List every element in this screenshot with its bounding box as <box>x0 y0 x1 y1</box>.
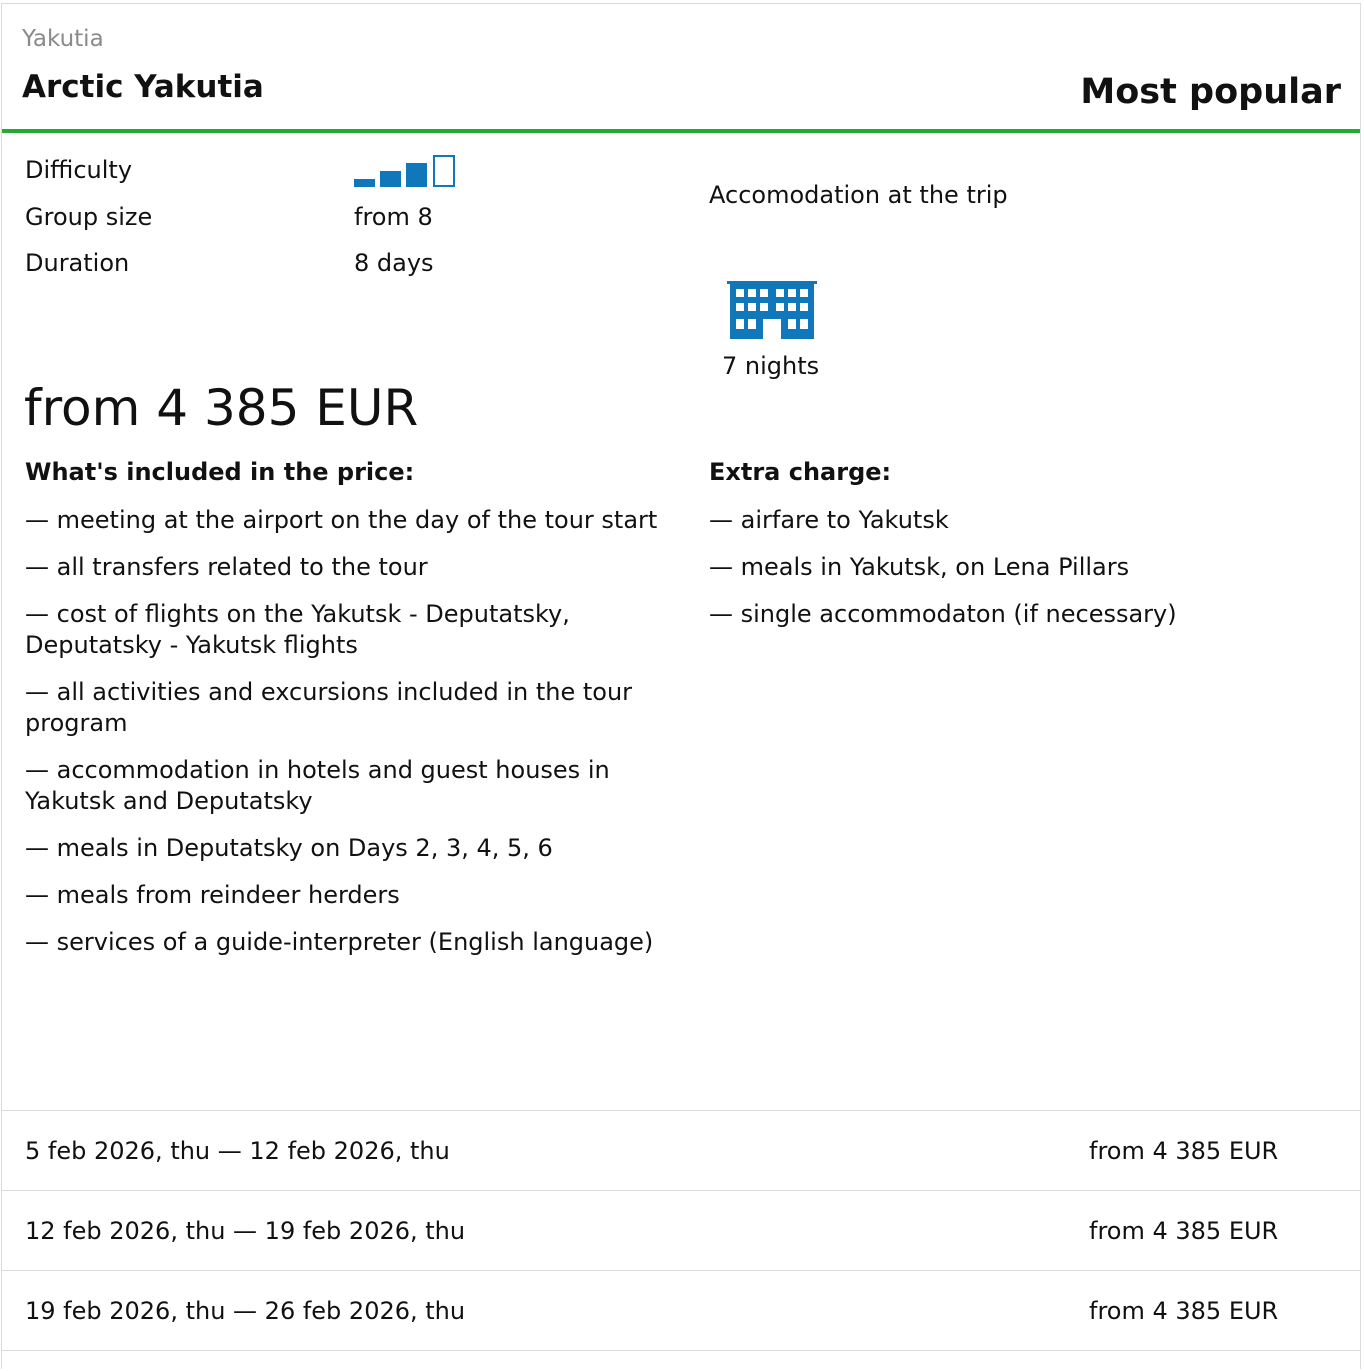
tour-card: Yakutia Arctic Yakutia Most popular Diff… <box>1 3 1361 1369</box>
list-item: — accommodation in hotels and guest hous… <box>25 756 610 815</box>
list-item: — meeting at the airport on the day of t… <box>25 506 658 534</box>
date-row[interactable]: 5 feb 2026, thu — 12 feb 2026, thu from … <box>2 1110 1360 1190</box>
date-row[interactable]: 12 feb 2026, thu — 19 feb 2026, thu from… <box>2 1190 1360 1270</box>
included-list: — meeting at the airport on the day of t… <box>25 505 670 974</box>
duration-value: 8 days <box>354 249 434 277</box>
accent-divider <box>2 129 1360 133</box>
list-item: — airfare to Yakutsk <box>709 506 949 534</box>
extra-heading: Extra charge: <box>709 458 892 486</box>
list-item: — meals in Yakutsk, on Lena Pillars <box>709 553 1130 581</box>
tour-title[interactable]: Arctic Yakutia <box>22 69 264 105</box>
hotel-icon <box>727 281 817 339</box>
list-item: — cost of flights on the Yakutsk - Deput… <box>25 600 570 659</box>
included-heading: What's included in the price: <box>25 458 415 486</box>
list-item: — single accommodaton (if necessary) <box>709 600 1177 628</box>
difficulty-label: Difficulty <box>25 156 133 184</box>
accommodation-label: Accomodation at the trip <box>709 181 1008 209</box>
list-item: — all activities and excursions included… <box>25 678 633 737</box>
date-range: 19 feb 2026, thu — 26 feb 2026, thu <box>25 1297 466 1325</box>
date-row[interactable] <box>2 1350 1360 1369</box>
list-item: — meals in Deputatsky on Days 2, 3, 4, 5… <box>25 834 553 862</box>
date-range: 12 feb 2026, thu — 19 feb 2026, thu <box>25 1217 466 1245</box>
list-item: — services of a guide-interpreter (Engli… <box>25 928 654 956</box>
nights-count: 7 nights <box>722 352 820 380</box>
tour-price: from 4 385 EUR <box>24 379 419 437</box>
group-size-value: from 8 <box>354 203 433 231</box>
date-range: 5 feb 2026, thu — 12 feb 2026, thu <box>25 1137 450 1165</box>
date-price: from 4 385 EUR <box>1089 1297 1279 1325</box>
dates-table: 5 feb 2026, thu — 12 feb 2026, thu from … <box>2 1110 1360 1369</box>
list-item: — meals from reindeer herders <box>25 881 400 909</box>
difficulty-bars-icon <box>354 155 464 187</box>
region-label: Yakutia <box>22 26 104 52</box>
date-row[interactable]: 19 feb 2026, thu — 26 feb 2026, thu from… <box>2 1270 1360 1350</box>
popular-badge: Most popular <box>1080 72 1341 112</box>
list-item: — all transfers related to the tour <box>25 553 428 581</box>
date-price: from 4 385 EUR <box>1089 1217 1279 1245</box>
duration-label: Duration <box>25 249 130 277</box>
group-size-label: Group size <box>25 203 153 231</box>
date-price: from 4 385 EUR <box>1089 1137 1279 1165</box>
extra-list: — airfare to Yakutsk — meals in Yakutsk,… <box>709 505 1329 646</box>
